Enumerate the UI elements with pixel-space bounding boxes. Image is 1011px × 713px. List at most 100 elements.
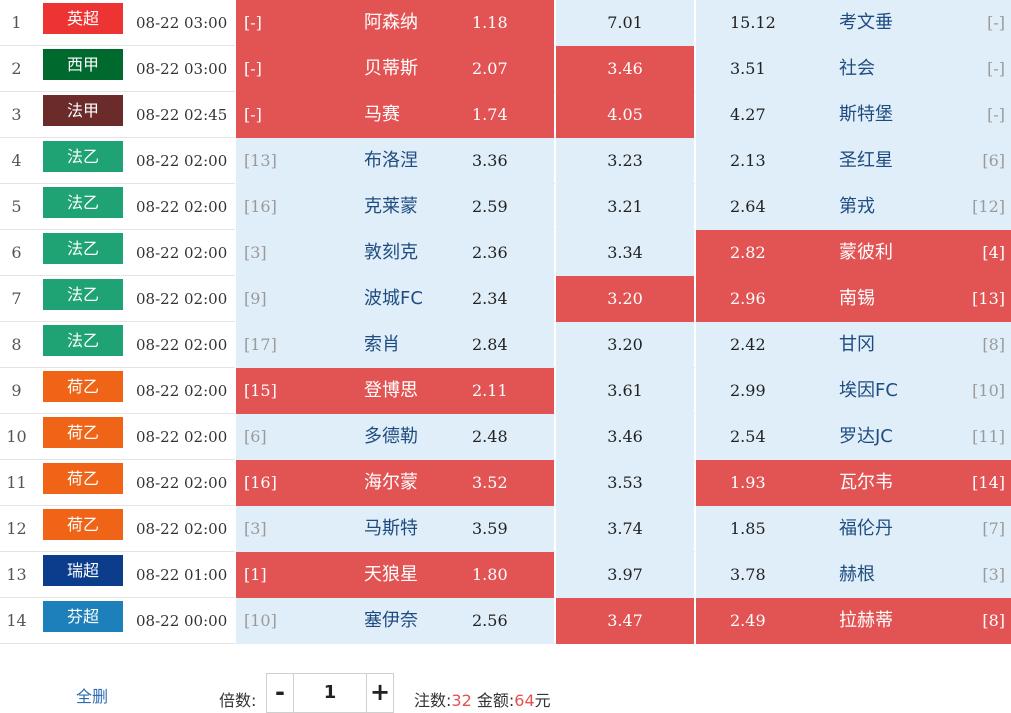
home-win-option[interactable]: [-] 阿森纳 1.18 [235,0,554,46]
away-rank: [4] [982,243,1005,262]
league-badge[interactable]: 法乙 [43,141,123,172]
draw-option[interactable]: 3.47 [555,598,694,644]
home-rank: [-] [244,105,262,124]
win-odds: 3.59 [472,519,508,538]
table-row: 1 英超 08-22 03:00 [-] 阿森纳 1.18 7.01 15.12 考文垂 [-] [0,0,1011,46]
multiplier-stepper: - 1 + [266,673,394,713]
league-badge[interactable]: 荷乙 [43,509,123,540]
away-team: 斯特堡 [839,104,893,125]
win-odds: 3.52 [472,473,508,492]
bet-footer: 全删 倍数: - 1 + 注数:32 金额:64元 [0,651,1011,713]
away-win-option[interactable]: 1.85 福伦丹 [7] [695,506,1011,552]
league-badge[interactable]: 法乙 [43,187,123,218]
away-win-option[interactable]: 4.27 斯特堡 [-] [695,92,1011,138]
draw-option[interactable]: 3.53 [555,460,694,506]
lose-odds: 2.42 [730,335,766,354]
league-badge[interactable]: 法乙 [43,279,123,310]
away-win-option[interactable]: 15.12 考文垂 [-] [695,0,1011,46]
match-time: 08-22 00:00 [136,612,228,630]
league-badge[interactable]: 法甲 [43,95,123,126]
win-odds: 2.84 [472,335,508,354]
league-badge[interactable]: 芬超 [43,601,123,632]
plus-button[interactable]: + [366,674,393,712]
match-time: 08-22 02:00 [136,382,228,400]
table-row: 6 法乙 08-22 02:00 [3] 敦刻克 2.36 3.34 2.82 蒙彼利 [4] [0,230,1011,276]
away-team: 甘冈 [839,334,875,355]
table-row: 5 法乙 08-22 02:00 [16] 克莱蒙 2.59 3.21 2.64 第戎 [12] [0,184,1011,230]
home-win-option[interactable]: [16] 海尔蒙 3.52 [235,460,554,506]
away-team: 南锡 [839,288,875,309]
away-win-option[interactable]: 2.42 甘冈 [8] [695,322,1011,368]
win-odds: 3.36 [472,151,508,170]
table-row: 7 法乙 08-22 02:00 [9] 波城FC 2.34 3.20 2.96 南锡 [13] [0,276,1011,322]
away-rank: [11] [972,427,1005,446]
draw-option[interactable]: 3.46 [555,414,694,460]
home-win-option[interactable]: [13] 布洛涅 3.36 [235,138,554,184]
draw-option[interactable]: 3.61 [555,368,694,414]
away-win-option[interactable]: 1.93 瓦尔韦 [14] [695,460,1011,506]
away-win-option[interactable]: 3.78 赫根 [3] [695,552,1011,598]
home-win-option[interactable]: [1] 天狼星 1.80 [235,552,554,598]
lose-odds: 4.27 [730,105,766,124]
home-win-option[interactable]: [16] 克莱蒙 2.59 [235,184,554,230]
match-time: 08-22 03:00 [136,60,228,78]
away-win-option[interactable]: 2.54 罗达JC [11] [695,414,1011,460]
draw-option[interactable]: 3.74 [555,506,694,552]
draw-option[interactable]: 3.46 [555,46,694,92]
home-win-option[interactable]: [6] 多德勒 2.48 [235,414,554,460]
home-win-option[interactable]: [17] 索肖 2.84 [235,322,554,368]
draw-option[interactable]: 7.01 [555,0,694,46]
lose-odds: 2.64 [730,197,766,216]
table-row: 11 荷乙 08-22 02:00 [16] 海尔蒙 3.52 3.53 1.93 瓦尔韦 [14… [0,460,1011,506]
row-index: 8 [11,335,22,354]
away-rank: [10] [972,381,1005,400]
home-win-option[interactable]: [15] 登博思 2.11 [235,368,554,414]
table-row: 14 芬超 08-22 00:00 [10] 塞伊奈 2.56 3.47 2.49 拉赫蒂 [8] [0,598,1011,644]
draw-option[interactable]: 3.97 [555,552,694,598]
delete-all-button[interactable]: 全删 [76,683,108,707]
league-badge[interactable]: 法乙 [43,325,123,356]
league-badge[interactable]: 荷乙 [43,371,123,402]
row-index: 3 [11,105,22,124]
home-team: 马斯特 [364,518,418,539]
draw-option[interactable]: 4.05 [555,92,694,138]
away-win-option[interactable]: 2.96 南锡 [13] [695,276,1011,322]
away-team: 福伦丹 [839,518,893,539]
draw-option[interactable]: 3.23 [555,138,694,184]
away-win-option[interactable]: 2.99 埃因FC [10] [695,368,1011,414]
minus-button[interactable]: - [267,674,294,712]
table-row: 4 法乙 08-22 02:00 [13] 布洛涅 3.36 3.23 2.13 圣红星 [6] [0,138,1011,184]
draw-option[interactable]: 3.34 [555,230,694,276]
match-time: 08-22 02:00 [136,474,228,492]
away-win-option[interactable]: 2.13 圣红星 [6] [695,138,1011,184]
multiplier-input[interactable]: 1 [294,674,366,712]
league-badge[interactable]: 瑞超 [43,555,123,586]
home-rank: [-] [244,13,262,32]
home-win-option[interactable]: [3] 敦刻克 2.36 [235,230,554,276]
league-badge[interactable]: 荷乙 [43,417,123,448]
lose-odds: 2.99 [730,381,766,400]
draw-option[interactable]: 3.20 [555,322,694,368]
bet-summary: 注数:32 金额:64元 [414,687,551,711]
league-badge[interactable]: 法乙 [43,233,123,264]
home-win-option[interactable]: [3] 马斯特 3.59 [235,506,554,552]
away-win-option[interactable]: 2.64 第戎 [12] [695,184,1011,230]
league-badge[interactable]: 英超 [43,3,123,34]
draw-option[interactable]: 3.20 [555,276,694,322]
league-badge[interactable]: 西甲 [43,49,123,80]
lose-odds: 1.85 [730,519,766,538]
away-win-option[interactable]: 2.82 蒙彼利 [4] [695,230,1011,276]
home-win-option[interactable]: [-] 贝蒂斯 2.07 [235,46,554,92]
match-time: 08-22 01:00 [136,566,228,584]
table-row: 13 瑞超 08-22 01:00 [1] 天狼星 1.80 3.97 3.78 赫根 [3] [0,552,1011,598]
home-win-option[interactable]: [9] 波城FC 2.34 [235,276,554,322]
lose-odds: 1.93 [730,473,766,492]
away-win-option[interactable]: 2.49 拉赫蒂 [8] [695,598,1011,644]
home-win-option[interactable]: [-] 马赛 1.74 [235,92,554,138]
win-odds: 2.56 [472,611,508,630]
draw-option[interactable]: 3.21 [555,184,694,230]
league-badge[interactable]: 荷乙 [43,463,123,494]
away-win-option[interactable]: 3.51 社会 [-] [695,46,1011,92]
home-rank: [15] [244,381,277,400]
home-win-option[interactable]: [10] 塞伊奈 2.56 [235,598,554,644]
